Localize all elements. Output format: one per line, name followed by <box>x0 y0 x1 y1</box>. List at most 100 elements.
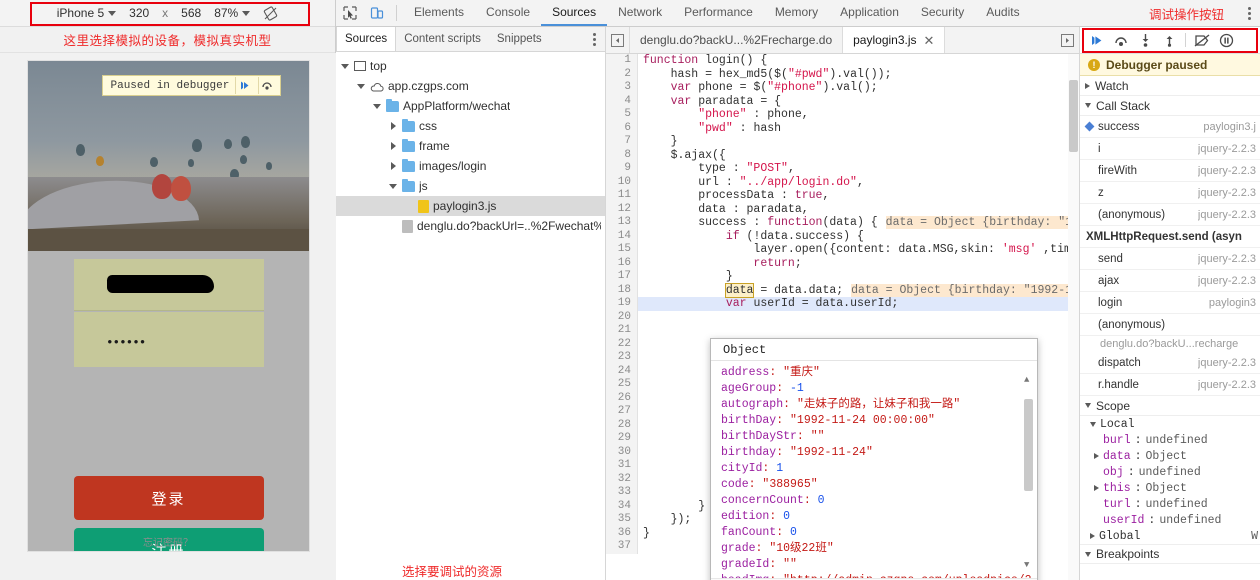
line-number[interactable]: 32 <box>606 472 638 486</box>
phone-screen[interactable]: Paused in debugger •••••• 登录 注册 忘记密码？ <box>27 61 309 551</box>
step-into-button[interactable] <box>1134 30 1156 50</box>
scope-variable[interactable]: this: Object <box>1080 480 1260 496</box>
step-over-button[interactable] <box>1110 30 1132 50</box>
viewport-height-input[interactable]: 568 <box>181 6 201 20</box>
navigator-tab-snippets[interactable]: Snippets <box>489 27 550 51</box>
devtools-tab-elements[interactable]: Elements <box>403 0 475 26</box>
call-stack-frame[interactable]: i jquery-2.2.3 <box>1080 138 1260 160</box>
line-number[interactable]: 6 <box>606 121 638 135</box>
pause-on-exceptions-button[interactable] <box>1215 30 1237 50</box>
line-number[interactable]: 7 <box>606 135 638 149</box>
call-stack-frame[interactable]: (anonymous) jquery-2.2.3 <box>1080 204 1260 226</box>
inspect-element-icon[interactable] <box>336 0 363 26</box>
scope-section-header[interactable]: Scope <box>1080 396 1260 416</box>
file-tree-item[interactable]: app.czgps.com <box>336 76 605 96</box>
scope-local-header[interactable]: Local <box>1080 416 1260 432</box>
file-tree-item[interactable]: top <box>336 56 605 76</box>
devtools-tab-security[interactable]: Security <box>910 0 975 26</box>
phone-field[interactable] <box>73 259 264 311</box>
call-stack-frame[interactable]: r.handle jquery-2.2.3 <box>1080 374 1260 396</box>
line-number[interactable]: 17 <box>606 270 638 284</box>
call-stack-frame[interactable]: login paylogin3 <box>1080 292 1260 314</box>
devtools-tab-console[interactable]: Console <box>475 0 541 26</box>
file-tree-item[interactable]: AppPlatform/wechat <box>336 96 605 116</box>
file-tree-item[interactable]: images/login <box>336 156 605 176</box>
line-number[interactable]: 20 <box>606 310 638 324</box>
device-selector[interactable]: iPhone 5 <box>57 6 117 20</box>
previous-tab-icon[interactable] <box>606 27 630 53</box>
scope-variable[interactable]: userId: undefined <box>1080 512 1260 528</box>
file-tree-item[interactable]: denglu.do?backUrl=..%2Fwechat%2F <box>336 216 605 236</box>
call-stack-section-header[interactable]: Call Stack <box>1080 96 1260 116</box>
line-number[interactable]: 16 <box>606 256 638 270</box>
call-stack-frame[interactable]: success paylogin3.j <box>1080 116 1260 138</box>
scope-global-row[interactable]: Global W <box>1080 528 1260 544</box>
scope-variable[interactable]: turl: undefined <box>1080 496 1260 512</box>
line-number[interactable]: 4 <box>606 94 638 108</box>
forgot-password-link[interactable]: 忘记密码？ <box>28 534 309 549</box>
close-tab-icon[interactable]: ✕ <box>924 34 935 47</box>
chevron-down-icon[interactable] <box>356 83 366 89</box>
password-field[interactable]: •••••• <box>73 312 264 367</box>
call-stack-frame[interactable]: z jquery-2.2.3 <box>1080 182 1260 204</box>
call-stack-frame[interactable]: dispatch jquery-2.2.3 <box>1080 352 1260 374</box>
popover-scrollbar-thumb[interactable] <box>1024 399 1033 491</box>
line-number[interactable]: 2 <box>606 67 638 81</box>
line-number[interactable]: 11 <box>606 189 638 203</box>
line-number[interactable]: 33 <box>606 486 638 500</box>
step-over-icon[interactable] <box>258 77 275 94</box>
line-number[interactable]: 31 <box>606 459 638 473</box>
scope-variable[interactable]: obj: undefined <box>1080 464 1260 480</box>
line-number[interactable]: 28 <box>606 418 638 432</box>
line-number[interactable]: 8 <box>606 148 638 162</box>
line-number[interactable]: 14 <box>606 229 638 243</box>
breakpoints-section-header[interactable]: Breakpoints <box>1080 544 1260 564</box>
popover-vertical-scrollbar[interactable]: ▲ ▼ <box>1024 375 1033 570</box>
line-number[interactable]: 13 <box>606 216 638 230</box>
line-number[interactable]: 30 <box>606 445 638 459</box>
scope-variable[interactable]: burl: undefined <box>1080 432 1260 448</box>
line-number[interactable]: 1 <box>606 54 638 68</box>
editor-vertical-scrollbar[interactable] <box>1068 54 1079 580</box>
file-tree-item[interactable]: paylogin3.js <box>336 196 605 216</box>
zoom-selector[interactable]: 87% <box>214 6 251 20</box>
devtools-tab-application[interactable]: Application <box>829 0 910 26</box>
line-number[interactable]: 10 <box>606 175 638 189</box>
call-stack-frame[interactable]: XMLHttpRequest.send (asyn <box>1080 226 1260 248</box>
navigator-tab-sources[interactable]: Sources <box>336 27 397 51</box>
file-tree-item[interactable]: js <box>336 176 605 196</box>
line-number[interactable]: 15 <box>606 243 638 257</box>
line-number[interactable]: 18 <box>606 283 638 297</box>
chevron-down-icon[interactable] <box>388 183 398 189</box>
resume-button[interactable] <box>1086 30 1108 50</box>
line-number[interactable]: 9 <box>606 162 638 176</box>
scope-variable[interactable]: data: Object <box>1080 448 1260 464</box>
login-button[interactable]: 登录 <box>73 476 264 520</box>
line-number[interactable]: 29 <box>606 432 638 446</box>
devtools-tab-audits[interactable]: Audits <box>975 0 1030 26</box>
devtools-tab-performance[interactable]: Performance <box>673 0 764 26</box>
editor-scrollbar-thumb[interactable] <box>1069 80 1078 152</box>
chevron-right-icon[interactable] <box>388 122 398 130</box>
viewport-width-input[interactable]: 320 <box>129 6 149 20</box>
line-number[interactable]: 24 <box>606 364 638 378</box>
call-stack-frame[interactable]: send jquery-2.2.3 <box>1080 248 1260 270</box>
line-number[interactable]: 3 <box>606 81 638 95</box>
line-number[interactable]: 19 <box>606 297 638 311</box>
editor-tab[interactable]: denglu.do?backU...%2Frecharge.do <box>630 27 844 53</box>
file-tree-item[interactable]: frame <box>336 136 605 156</box>
line-number[interactable]: 21 <box>606 324 638 338</box>
code-editor[interactable]: 1 function login() {2 hash = hex_md5($("#… <box>606 54 1079 580</box>
navigator-tab-content-scripts[interactable]: Content scripts <box>396 27 489 51</box>
call-stack-frame[interactable]: ajax jquery-2.2.3 <box>1080 270 1260 292</box>
line-number[interactable]: 27 <box>606 405 638 419</box>
watch-section-header[interactable]: Watch <box>1080 76 1260 96</box>
devtools-tab-network[interactable]: Network <box>607 0 673 26</box>
kebab-menu-icon[interactable] <box>1238 0 1260 26</box>
call-stack-frame[interactable]: fireWith jquery-2.2.3 <box>1080 160 1260 182</box>
chevron-right-icon[interactable] <box>388 142 398 150</box>
toggle-device-toolbar-icon[interactable] <box>363 0 390 26</box>
devtools-tab-sources[interactable]: Sources <box>541 0 608 26</box>
scroll-down-icon[interactable]: ▼ <box>1024 560 1029 570</box>
step-out-button[interactable] <box>1158 30 1180 50</box>
